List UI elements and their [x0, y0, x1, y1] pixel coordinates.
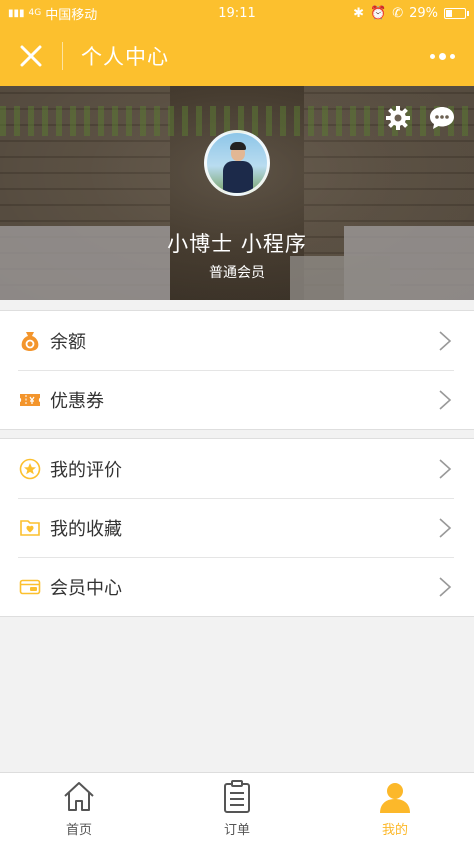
tab-home[interactable]: 首页: [0, 773, 158, 842]
chevron-right-icon: [439, 517, 452, 538]
more-dot: [429, 53, 435, 59]
status-left: ▮▮▮ 4G 中国移动: [8, 4, 168, 23]
menu-group-personal: 我的评价 我的收藏 会员中心: [0, 438, 474, 617]
chevron-right-icon: [439, 389, 452, 410]
avatar-body: [223, 161, 253, 193]
more-dot: [438, 52, 446, 60]
menu-label: 优惠券: [50, 390, 104, 412]
chevron-right-icon: [439, 330, 452, 351]
avatar-hair: [230, 142, 246, 150]
carrier-name: 中国移动: [45, 7, 98, 23]
heart-folder-icon: [18, 516, 42, 540]
more-button[interactable]: [410, 26, 474, 86]
battery-percent: 29%: [409, 5, 438, 21]
avatar[interactable]: [204, 130, 270, 196]
menu-group-wallet: 余额 优惠券: [0, 310, 474, 430]
member-level: 普通会员: [209, 265, 265, 281]
message-icon[interactable]: [428, 104, 456, 132]
menu-item-coupons[interactable]: 优惠券: [0, 370, 474, 429]
clipboard-icon: [224, 780, 250, 813]
menu-label: 我的评价: [50, 459, 122, 481]
tab-label: 首页: [65, 823, 92, 838]
battery-icon: [444, 7, 469, 19]
more-dot: [449, 53, 455, 59]
menu-label: 我的收藏: [50, 518, 122, 540]
coupon-icon: [18, 388, 42, 412]
tab-label: 订单: [223, 823, 250, 838]
alarm-icon: ⏰: [370, 5, 387, 21]
signal-icon: ▮▮▮: [8, 7, 25, 19]
menu-label: 余额: [50, 331, 86, 353]
tab-label: 我的: [381, 823, 408, 838]
menu-item-favorites[interactable]: 我的收藏: [0, 498, 474, 557]
star-icon: [18, 457, 42, 481]
chevron-right-icon: [439, 458, 452, 479]
home-icon: [64, 782, 94, 811]
tab-bar: 首页 订单 我的: [0, 772, 474, 842]
status-right: ✱ ⏰ ✆ 29%: [306, 5, 469, 21]
vip-card-icon: [18, 575, 42, 599]
menu-item-balance[interactable]: 余额: [0, 311, 474, 370]
close-button[interactable]: [0, 26, 62, 86]
close-icon: [20, 45, 42, 67]
user-icon: [380, 783, 410, 813]
call-icon: ✆: [392, 5, 404, 21]
tab-orders[interactable]: 订单: [158, 773, 316, 842]
status-time: 19:11: [218, 5, 256, 21]
chevron-right-icon: [439, 576, 452, 597]
menu-item-reviews[interactable]: 我的评价: [0, 439, 474, 498]
network-type: 4G: [28, 8, 42, 18]
nav-bar: 个人中心: [0, 26, 474, 86]
page-title: 个人中心: [81, 45, 169, 69]
settings-gear-icon[interactable]: [384, 104, 412, 132]
status-bar: ▮▮▮ 4G 中国移动 19:11 ✱ ⏰ ✆ 29%: [0, 0, 474, 26]
tab-mine[interactable]: 我的: [316, 773, 474, 842]
menu-item-membership[interactable]: 会员中心: [0, 557, 474, 616]
bluetooth-icon: ✱: [353, 5, 364, 21]
money-bag-icon: [18, 329, 42, 353]
nav-divider: [62, 42, 63, 70]
user-name: 小博士 小程序: [167, 232, 307, 256]
menu-label: 会员中心: [50, 577, 122, 599]
